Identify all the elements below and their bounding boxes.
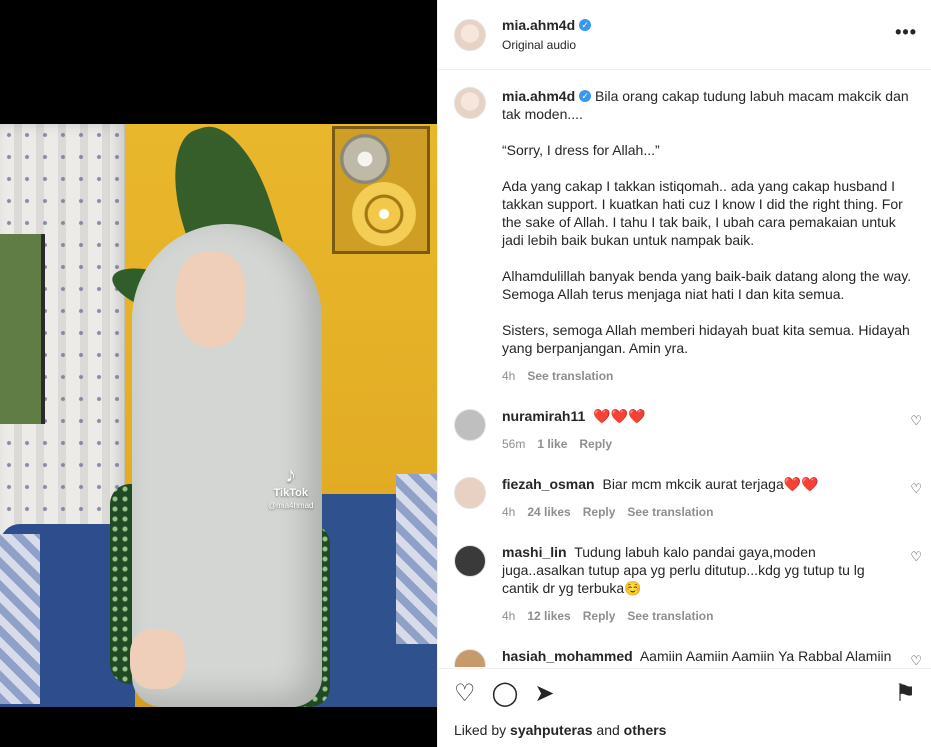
tiktok-icon: ♪	[285, 462, 297, 487]
avatar[interactable]	[454, 18, 486, 51]
likes-count[interactable]: 12 likes	[527, 607, 570, 625]
timestamp[interactable]: 4h	[502, 607, 515, 625]
pillow	[0, 534, 40, 704]
caption-text: Alhamdulillah banyak benda yang baik-bai…	[502, 268, 912, 302]
comment-meta: 4h 12 likes Reply See translation	[502, 607, 892, 625]
comment-meta: 4h 24 likes Reply See translation	[502, 503, 892, 521]
liked-by-user[interactable]: syahputeras	[510, 722, 592, 738]
comment-item: mashi_lin Tudung labuh kalo pandai gaya,…	[438, 543, 931, 625]
reply-button[interactable]: Reply	[579, 435, 612, 453]
tiktok-brand: TikTok	[273, 487, 308, 499]
post-actions: ♡ ◯ ➤ ⚑	[438, 668, 931, 718]
caption: mia.ahm4d ✓ Bila orang cakap tudung labu…	[438, 71, 931, 385]
liked-by-others[interactable]: others	[624, 722, 667, 738]
timestamp[interactable]: 4h	[502, 367, 515, 385]
comment-item: nuramirah11 ❤️❤️❤️ 56m 1 like Reply ♡	[438, 407, 931, 453]
post-header: mia.ahm4d ✓ Original audio •••	[438, 0, 931, 70]
wall-disc	[340, 134, 390, 184]
see-translation-link[interactable]: See translation	[627, 607, 713, 625]
more-options-button[interactable]: •••	[895, 22, 917, 43]
likes-count[interactable]: 24 likes	[527, 503, 570, 521]
audio-label[interactable]: Original audio	[502, 38, 591, 52]
comment-text: Biar mcm mkcik aurat terjaga❤️❤️	[602, 476, 819, 492]
caption-username[interactable]: mia.ahm4d ✓	[502, 87, 592, 105]
likes-count[interactable]: 1 like	[537, 435, 567, 453]
heart-icon[interactable]: ♡	[454, 679, 476, 708]
likes-summary: Liked by syahputeras and others	[454, 722, 667, 738]
verified-badge-icon: ✓	[579, 90, 592, 102]
comment-item: fiezah_osman Biar mcm mkcik aurat terjag…	[438, 475, 931, 521]
wall-disc	[352, 182, 416, 246]
author-username[interactable]: mia.ahm4d ✓	[502, 17, 592, 33]
like-comment-heart-icon[interactable]: ♡	[910, 549, 922, 565]
timestamp[interactable]: 4h	[502, 503, 515, 521]
avatar[interactable]	[454, 409, 486, 441]
pillow	[396, 474, 437, 644]
comment-item: hasiah_mohammed Aamiin Aamiin Aamiin Ya …	[438, 647, 931, 667]
caption-text: Ada yang cakap I takkan istiqomah.. ada …	[502, 178, 903, 248]
post-side-panel: mia.ahm4d ✓ Original audio ••• mia.ahm4d…	[437, 0, 931, 747]
comment-meta: 56m 1 like Reply	[502, 435, 892, 453]
comment-username[interactable]: mashi_lin	[502, 544, 567, 560]
tiktok-watermark: ♪ TikTok @mia4hmad	[268, 462, 314, 511]
like-comment-heart-icon[interactable]: ♡	[910, 413, 922, 429]
face	[176, 252, 246, 347]
caption-text: “Sorry, I dress for Allah...”	[502, 142, 660, 158]
reply-button[interactable]: Reply	[583, 607, 616, 625]
see-translation-link[interactable]: See translation	[527, 367, 613, 385]
avatar[interactable]	[454, 545, 486, 577]
timestamp[interactable]: 56m	[502, 435, 525, 453]
verified-badge-icon: ✓	[579, 19, 592, 31]
comment-username[interactable]: hasiah_mohammed	[502, 648, 633, 664]
video-frame: ♪ TikTok @mia4hmad	[0, 124, 437, 707]
caption-meta: 4h See translation	[502, 367, 916, 385]
avatar[interactable]	[454, 477, 486, 509]
comment-username[interactable]: nuramirah11	[502, 408, 585, 424]
post-media[interactable]: ♪ TikTok @mia4hmad	[0, 0, 437, 747]
like-comment-heart-icon[interactable]: ♡	[910, 653, 922, 667]
hands	[130, 629, 185, 689]
comment-username[interactable]: fiezah_osman	[502, 476, 595, 492]
window	[0, 234, 45, 424]
reply-button[interactable]: Reply	[583, 503, 616, 521]
like-comment-heart-icon[interactable]: ♡	[910, 481, 922, 497]
see-translation-link[interactable]: See translation	[627, 503, 713, 521]
comments-scroll[interactable]: mia.ahm4d ✓ Bila orang cakap tudung labu…	[438, 71, 931, 667]
comment-icon[interactable]: ◯	[492, 679, 519, 708]
comment-text: ❤️❤️❤️	[593, 408, 646, 424]
avatar[interactable]	[454, 649, 486, 667]
share-icon[interactable]: ➤	[534, 679, 554, 708]
avatar[interactable]	[454, 87, 486, 119]
instagram-post-view: ♪ TikTok @mia4hmad mia.ahm4d ✓ Original …	[0, 0, 931, 747]
caption-text: Sisters, semoga Allah memberi hidayah bu…	[502, 322, 910, 356]
bookmark-icon[interactable]: ⚑	[894, 679, 916, 708]
tiktok-handle: @mia4hmad	[268, 501, 314, 510]
